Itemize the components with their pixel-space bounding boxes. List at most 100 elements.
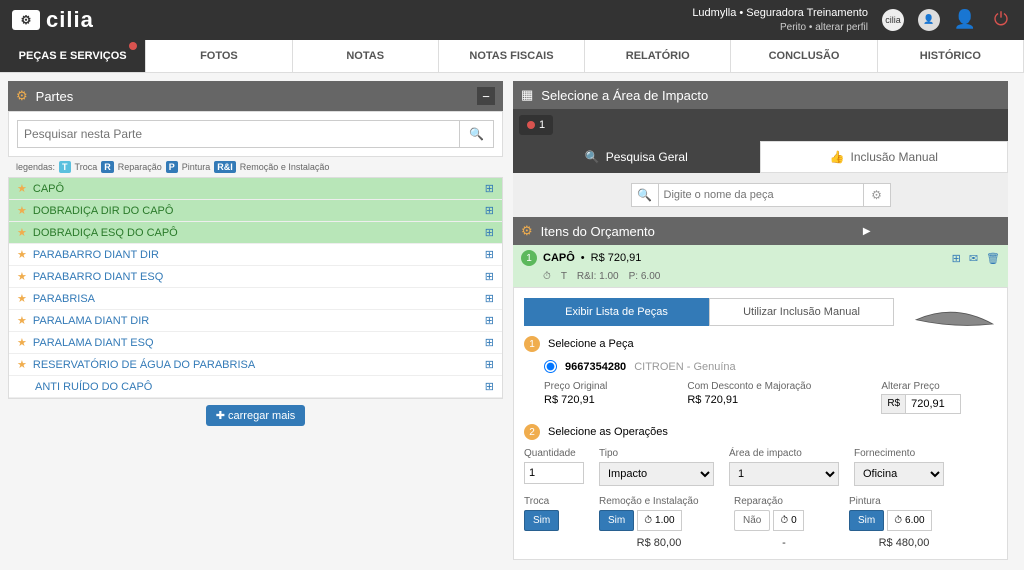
- logo: ⚙ cilia: [12, 7, 94, 33]
- expand-icon[interactable]: ▶: [863, 226, 871, 237]
- exibir-lista-button[interactable]: Exibir Lista de Peças: [524, 298, 709, 326]
- part-name: PARALAMA DIANT DIR: [33, 315, 479, 327]
- user-name: Ludmylla • Seguradora Treinamento: [692, 6, 868, 20]
- impact-header: ▦ Selecione a Área de Impacto: [513, 81, 1008, 109]
- ops-row-2: Troca Sim Remoção e Instalação Sim ⏱1.00…: [524, 496, 997, 549]
- app-header: ⚙ cilia Ludmylla • Seguradora Treinament…: [0, 0, 1024, 40]
- tipo-select[interactable]: Impacto: [599, 462, 714, 486]
- tree-icon[interactable]: ⊞: [485, 204, 494, 217]
- remocao-sim-button[interactable]: Sim: [599, 510, 634, 531]
- tab-conclusao[interactable]: CONCLUSÃO: [731, 40, 877, 72]
- alterar-preco-input[interactable]: [906, 394, 961, 414]
- piece-search-input[interactable]: [659, 183, 863, 207]
- tree-icon[interactable]: ⊞: [485, 226, 494, 239]
- tab-inclusao-manual[interactable]: 👍Inclusão Manual: [760, 141, 1009, 173]
- part-row[interactable]: ★PARALAMA DIANT DIR⊞: [9, 310, 502, 332]
- pintura-time[interactable]: ⏱6.00: [887, 510, 931, 531]
- part-radio-row: 9667354280 CITROEN - Genuína: [524, 360, 997, 373]
- partes-search-input[interactable]: [17, 120, 460, 148]
- area-select[interactable]: 1: [729, 462, 839, 486]
- star-icon: ★: [17, 248, 27, 261]
- logo-icon: ⚙: [12, 10, 40, 30]
- star-icon: ★: [17, 182, 27, 195]
- star-icon: ★: [17, 226, 27, 239]
- step-2-badge: 2: [524, 424, 540, 440]
- user-icon[interactable]: 👤: [954, 9, 976, 31]
- impact-title: Selecione a Área de Impacto: [541, 88, 708, 103]
- tab-fotos[interactable]: FOTOS: [146, 40, 292, 72]
- tree-icon[interactable]: ⊞: [485, 380, 494, 393]
- part-row[interactable]: ANTI RUÍDO DO CAPÔ⊞: [9, 376, 502, 398]
- fornecimento-select[interactable]: Oficina: [854, 462, 944, 486]
- item-name: CAPÔ: [543, 252, 575, 264]
- tree-icon[interactable]: ⊞: [485, 270, 494, 283]
- thumbs-up-icon: 👍: [830, 150, 845, 164]
- gear-icon: ⚙: [521, 223, 533, 239]
- reparacao-time[interactable]: ⏱0: [773, 510, 803, 531]
- part-row[interactable]: ★ PARABRISA ⊞: [9, 288, 502, 310]
- tab-pecas[interactable]: PEÇAS E SERVIÇOS: [0, 40, 146, 72]
- clock-icon: ⏱: [894, 515, 902, 526]
- part-name: DOBRADIÇA DIR DO CAPÔ: [33, 205, 479, 217]
- tree-icon[interactable]: ⊞: [485, 182, 494, 195]
- ops-row-1: Quantidade Tipo Impacto Área de impacto …: [524, 448, 997, 486]
- step-2: 2 Selecione as Operações: [524, 424, 997, 440]
- troca-sim-button[interactable]: Sim: [524, 510, 559, 531]
- tree-icon[interactable]: ⊞: [485, 248, 494, 261]
- tab-historico[interactable]: HISTÓRICO: [878, 40, 1024, 72]
- star-icon: ★: [17, 292, 27, 305]
- remocao-time[interactable]: ⏱1.00: [637, 510, 681, 531]
- impact-area-1[interactable]: 1: [519, 115, 553, 135]
- part-maker: CITROEN - Genuína: [634, 361, 735, 373]
- part-code: 9667354280: [565, 361, 626, 373]
- part-name: PARABARRO DIANT ESQ: [33, 271, 479, 283]
- tab-pesquisa-geral[interactable]: 🔍Pesquisa Geral: [513, 141, 760, 173]
- search-tabs: 🔍Pesquisa Geral 👍Inclusão Manual: [513, 141, 1008, 173]
- part-row[interactable]: ★ DOBRADIÇA ESQ DO CAPÔ ⊞: [9, 222, 502, 244]
- tree-icon[interactable]: ⊞: [952, 252, 961, 265]
- load-more-button[interactable]: ✚ carregar mais: [206, 405, 306, 426]
- part-row[interactable]: ★RESERVATÓRIO DE ÁGUA DO PARABRISA⊞: [9, 354, 502, 376]
- part-row[interactable]: ★CAPÔ⊞: [9, 178, 502, 200]
- settings-button[interactable]: ⚙: [863, 183, 891, 207]
- legend-t-icon: T: [59, 161, 71, 173]
- price-row: Preço Original R$ 720,91 Com Desconto e …: [524, 381, 997, 414]
- search-prefix-icon: 🔍: [631, 183, 659, 207]
- part-radio[interactable]: [544, 360, 557, 373]
- header-right: Ludmylla • Seguradora Treinamento Perito…: [692, 6, 1012, 33]
- pintura-sim-button[interactable]: Sim: [849, 510, 884, 531]
- item-body: Exibir Lista de Peças Utilizar Inclusão …: [513, 287, 1008, 560]
- tree-icon[interactable]: ⊞: [485, 292, 494, 305]
- search-button[interactable]: 🔍: [460, 120, 494, 148]
- step-1: 1 Selecione a Peça: [524, 336, 997, 352]
- reparacao-nao-button[interactable]: Não: [734, 510, 770, 531]
- tree-icon[interactable]: ⊞: [485, 358, 494, 371]
- quantidade-input[interactable]: [524, 462, 584, 484]
- part-row[interactable]: ★PARABARRO DIANT ESQ⊞: [9, 266, 502, 288]
- tab-notas[interactable]: NOTAS: [293, 40, 439, 72]
- trash-icon[interactable]: 🗑: [986, 252, 1000, 265]
- tab-notas-fiscais[interactable]: NOTAS FISCAIS: [439, 40, 585, 72]
- utilizar-manual-button[interactable]: Utilizar Inclusão Manual: [709, 298, 894, 326]
- part-name: PARABRISA: [33, 293, 479, 305]
- part-row[interactable]: ★ PARABARRO DIANT DIR ⊞: [9, 244, 502, 266]
- part-row[interactable]: ★PARALAMA DIANT ESQ⊞: [9, 332, 502, 354]
- avatar-icon[interactable]: 👤: [918, 9, 940, 31]
- partes-search: 🔍: [8, 111, 503, 157]
- user-info: Ludmylla • Seguradora Treinamento Perito…: [692, 6, 868, 33]
- minimize-button[interactable]: −: [477, 87, 495, 105]
- power-icon[interactable]: ⏻: [990, 9, 1012, 31]
- star-icon: ★: [17, 336, 27, 349]
- part-name: DOBRADIÇA ESQ DO CAPÔ: [33, 227, 479, 239]
- brand-badge-icon[interactable]: cilia: [882, 9, 904, 31]
- mail-icon[interactable]: ✉: [969, 252, 978, 265]
- logo-text: cilia: [46, 7, 94, 33]
- tab-relatorio[interactable]: RELATÓRIO: [585, 40, 731, 72]
- search-icon: 🔍: [585, 150, 600, 164]
- part-name: PARABARRO DIANT DIR: [33, 249, 479, 261]
- target-icon: [527, 121, 535, 129]
- tree-icon[interactable]: ⊞: [485, 314, 494, 327]
- clock-icon: ⏱: [543, 271, 551, 282]
- part-row[interactable]: ★DOBRADIÇA DIR DO CAPÔ⊞: [9, 200, 502, 222]
- tree-icon[interactable]: ⊞: [485, 336, 494, 349]
